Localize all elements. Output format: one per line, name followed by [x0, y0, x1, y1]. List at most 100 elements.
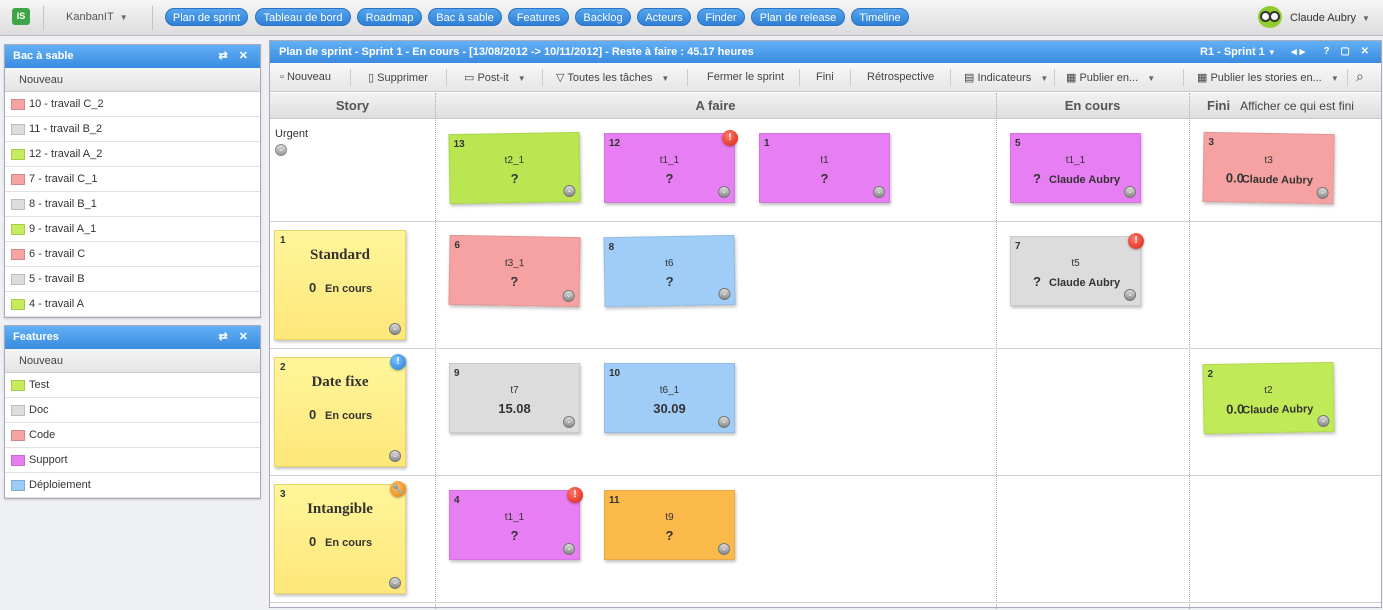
story-title: Intangible [307, 501, 373, 517]
task-card[interactable]: 4 t1_1? ⌄! [449, 487, 583, 560]
app-logo[interactable]: IS [12, 8, 30, 25]
task-card[interactable]: 5 t1_1? Claude Aubry ⌄ [1010, 133, 1141, 203]
task-card[interactable]: 10 t6_1 30.09 ⌄ [604, 363, 735, 433]
task-card[interactable]: 8 t6? ⌄ [603, 234, 736, 308]
search-icon[interactable]: ⌕ [1356, 68, 1364, 85]
panel-controls[interactable]: ⇄ ✕ [219, 326, 253, 349]
new-label: Nouveau [286, 71, 332, 83]
list-item[interactable]: Test [5, 373, 260, 398]
task-filter[interactable]: ▽ Toutes les tâches ▼ [556, 71, 669, 84]
chevron-down-icon[interactable]: ⌄ [563, 543, 575, 555]
task-title: t1_1 [1065, 155, 1086, 166]
story-card[interactable]: 1 Standard 0 En cours ⌄ [274, 230, 406, 340]
delete-button[interactable]: ▯ Supprimer [368, 71, 428, 84]
story-card[interactable]: 2 Date fixe 0 En cours ⌄ ! [274, 354, 406, 467]
chevron-down-icon[interactable]: ⌄ [1316, 186, 1329, 200]
retrospective-button[interactable]: Rétrospective [867, 71, 934, 83]
lane-divider [270, 602, 1381, 603]
product-selector[interactable]: KanbanIT ▼ [66, 11, 128, 23]
task-card[interactable]: 7 t5? Claude Aubry ⌄! [1010, 233, 1144, 306]
task-card[interactable]: 6 t3_1? ⌄ [448, 234, 581, 308]
task-card[interactable]: 3 t3 0.0 Claude Aubry ⌄ [1202, 131, 1335, 205]
task-number: 5 [1015, 138, 1021, 149]
nav-bac-a-sable[interactable]: Bac à sable [428, 8, 502, 26]
list-item[interactable]: Code [5, 423, 260, 448]
task-card[interactable]: 13 t2_1? ⌄ [448, 131, 581, 205]
nav-plan-de-release[interactable]: Plan de release [751, 8, 845, 26]
sprint-selector[interactable]: R1 - Sprint 1 ▼ ◂ ▸ [1200, 41, 1305, 64]
indicators-menu[interactable]: ▤ Indicateurs ▼ [964, 71, 1048, 84]
new-item-button[interactable]: Nouveau [5, 68, 260, 92]
chevron-down-icon[interactable]: ⌄ [1317, 414, 1330, 428]
task-remaining: ? [510, 273, 519, 290]
expand-icon[interactable]: ⌄ [275, 144, 287, 156]
column-story: Story [270, 93, 435, 119]
board-controls[interactable]: ? ▢ ✕ [1324, 41, 1374, 63]
chevron-down-icon[interactable]: ⌄ [389, 450, 401, 462]
task-card[interactable]: 2 t2 0.0 Claude Aubry ⌄ [1202, 361, 1335, 435]
panel-controls[interactable]: ⇄ ✕ [219, 45, 253, 68]
task-card[interactable]: 1 t1? ⌄ [759, 133, 890, 203]
chevron-down-icon[interactable]: ⌄ [389, 323, 401, 335]
list-item[interactable]: Déploiement [5, 473, 260, 498]
chevron-down-icon[interactable]: ⌄ [563, 184, 576, 198]
new-item-button[interactable]: Nouveau [5, 349, 260, 373]
chevron-down-icon[interactable]: ⌄ [718, 543, 730, 555]
nav-backlog[interactable]: Backlog [575, 8, 631, 26]
nav-features[interactable]: Features [508, 8, 569, 26]
new-button[interactable]: ▫ Nouveau [280, 71, 331, 83]
lane-divider [270, 348, 1381, 349]
column-divider [996, 93, 997, 609]
list-item[interactable]: 6 - travail C [5, 242, 260, 267]
features-list: Test Doc Code Support Déploiement [5, 373, 260, 498]
list-item-label: Déploiement [29, 479, 91, 491]
task-card[interactable]: 12 t1_1? ⌄! [604, 130, 738, 203]
list-item[interactable]: Support [5, 448, 260, 473]
list-item[interactable]: 4 - travail A [5, 292, 260, 317]
nav-timeline[interactable]: Timeline [851, 8, 909, 26]
product-name: KanbanIT [66, 11, 114, 23]
postit-menu[interactable]: ▭ Post-it ▼ [464, 71, 526, 84]
publish-stories-menu[interactable]: ▦ Publier les stories en... ▼ [1197, 71, 1339, 84]
chevron-down-icon[interactable]: ⌄ [718, 186, 730, 198]
color-swatch [11, 99, 25, 110]
task-title: t1 [820, 155, 829, 166]
chevron-down-icon[interactable]: ⌄ [562, 289, 575, 303]
next-sprint-icon[interactable]: ▸ [1300, 46, 1306, 58]
nav-plan-de-sprint[interactable]: Plan de sprint [165, 8, 248, 26]
list-item-label: 11 - travail B_2 [29, 123, 103, 135]
done-button[interactable]: Fini [816, 71, 834, 83]
list-item[interactable]: 8 - travail B_1 [5, 192, 260, 217]
nav-finder[interactable]: Finder [697, 8, 745, 26]
task-card[interactable]: 11 t9? ⌄ [604, 490, 735, 560]
nav-tableau-de-bord[interactable]: Tableau de bord [255, 8, 351, 26]
chevron-down-icon[interactable]: ⌄ [563, 416, 575, 428]
list-item[interactable]: 9 - travail A_1 [5, 217, 260, 242]
list-item[interactable]: 5 - travail B [5, 267, 260, 292]
close-sprint-button[interactable]: Fermer le sprint [707, 71, 784, 83]
publish-menu[interactable]: ▦ Publier en... ▼ [1066, 71, 1155, 84]
panel-header: Bac à sable ⇄ ✕ [5, 45, 260, 68]
list-item[interactable]: 10 - travail C_2 [5, 92, 260, 117]
list-item[interactable]: Doc [5, 398, 260, 423]
chevron-down-icon[interactable]: ⌄ [718, 287, 731, 301]
publish-label: Publier en... [1079, 72, 1139, 84]
color-swatch [11, 249, 25, 260]
task-title: t5 [1071, 258, 1080, 269]
show-done-link[interactable]: Afficher ce qui est fini [1240, 99, 1354, 113]
chevron-down-icon[interactable]: ⌄ [873, 186, 885, 198]
chevron-down-icon[interactable]: ⌄ [389, 577, 401, 589]
panel-title: Bac à sable [13, 50, 74, 62]
prev-sprint-icon[interactable]: ◂ [1291, 46, 1297, 58]
chevron-down-icon[interactable]: ⌄ [1124, 289, 1136, 301]
task-card[interactable]: 9 t7 15.08 ⌄ [449, 363, 580, 433]
story-card[interactable]: 3 Intangible 0 En cours ⌄ 🔧 [274, 481, 406, 594]
nav-roadmap[interactable]: Roadmap [357, 8, 422, 26]
chevron-down-icon[interactable]: ⌄ [1124, 186, 1136, 198]
chevron-down-icon[interactable]: ⌄ [718, 416, 730, 428]
nav-acteurs[interactable]: Acteurs [637, 8, 691, 26]
list-item[interactable]: 7 - travail C_1 [5, 167, 260, 192]
list-item[interactable]: 11 - travail B_2 [5, 117, 260, 142]
list-item[interactable]: 12 - travail A_2 [5, 142, 260, 167]
task-remaining: ? [1033, 274, 1041, 289]
